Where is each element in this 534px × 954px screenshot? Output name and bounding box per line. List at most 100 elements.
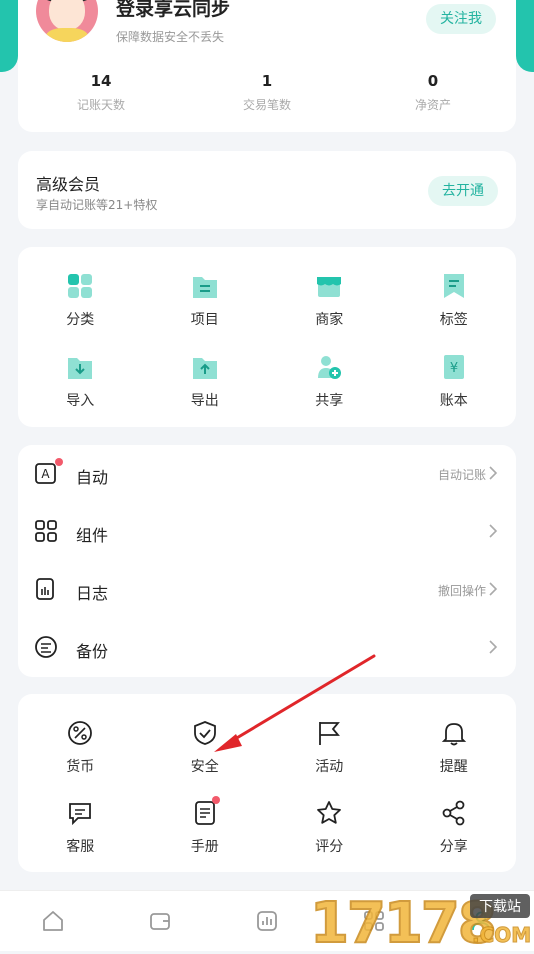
stat-value: 14 bbox=[90, 72, 112, 90]
login-subtitle: 保障数据安全不丢失 bbox=[116, 30, 225, 44]
list-label: 自动 bbox=[76, 468, 109, 487]
import-icon bbox=[68, 358, 93, 379]
svg-text:下载站: 下载站 bbox=[479, 899, 521, 915]
project-icon bbox=[192, 277, 217, 298]
grid-label: 共享 bbox=[315, 393, 344, 409]
auto-icon: A bbox=[35, 463, 56, 484]
stat-label: 记账天数 bbox=[76, 98, 125, 112]
list-item-auto[interactable]: A 自动 自动记账 bbox=[18, 445, 516, 503]
ledger-icon: ¥ bbox=[443, 355, 464, 379]
open-vip-button[interactable]: 去开通 bbox=[428, 176, 498, 206]
vip-title: 高级会员 bbox=[36, 175, 101, 194]
feature-grid: 分类 项目 商家 标签 导入 导出 共享 ¥ 账本 bbox=[18, 247, 516, 427]
grid-item-reminder[interactable]: 提醒 bbox=[392, 720, 517, 776]
export-icon bbox=[192, 358, 217, 379]
grid-item-activity[interactable]: 活动 bbox=[267, 720, 392, 776]
grid-item-service[interactable]: 客服 bbox=[18, 800, 143, 856]
grid-label: 客服 bbox=[66, 839, 95, 855]
list-label: 组件 bbox=[76, 526, 109, 545]
flag-icon bbox=[319, 722, 341, 745]
stat-label: 交易笔数 bbox=[242, 98, 291, 112]
chevron-right-icon bbox=[489, 466, 498, 480]
grid-item-merchant[interactable]: 商家 bbox=[267, 273, 392, 329]
grid-label: 提醒 bbox=[439, 759, 468, 775]
settings-list: A 自动 自动记账 组件 日志 撤回操作 备份 bbox=[18, 445, 516, 677]
share-users-icon bbox=[318, 356, 342, 379]
grid-label: 导出 bbox=[190, 393, 219, 409]
svg-text:.COM: .COM bbox=[472, 923, 531, 947]
grid-item-import[interactable]: 导入 bbox=[18, 354, 143, 410]
grid-item-project[interactable]: 项目 bbox=[143, 273, 268, 329]
currency-icon bbox=[68, 721, 93, 745]
list-label: 备份 bbox=[76, 642, 109, 661]
list-label: 日志 bbox=[76, 584, 109, 603]
stat-transactions[interactable]: 1 交易笔数 bbox=[184, 72, 350, 113]
bell-icon bbox=[441, 723, 466, 746]
manual-icon bbox=[194, 801, 215, 825]
stats-row: 14 记账天数 1 交易笔数 0 净资产 bbox=[18, 72, 516, 113]
grid-item-category[interactable]: 分类 bbox=[18, 273, 143, 329]
avatar[interactable] bbox=[36, 0, 98, 42]
grid-item-share[interactable]: 分享 bbox=[392, 800, 517, 856]
list-hint: 撤回操作 bbox=[437, 584, 486, 598]
stat-value: 0 bbox=[427, 72, 439, 90]
list-hint: 自动记账 bbox=[437, 468, 486, 482]
follow-button[interactable]: 关注我 bbox=[426, 4, 496, 34]
widget-icon bbox=[35, 520, 57, 542]
login-title[interactable]: 登录享云同步 bbox=[116, 0, 230, 21]
grid-item-manual[interactable]: 手册 bbox=[143, 796, 268, 856]
nav-home[interactable] bbox=[0, 891, 107, 951]
svg-text:¥: ¥ bbox=[450, 361, 458, 376]
chevron-right-icon bbox=[489, 640, 498, 654]
grid-item-share-users[interactable]: 共享 bbox=[267, 354, 392, 410]
category-icon bbox=[68, 274, 93, 298]
nav-wallet[interactable] bbox=[107, 891, 214, 951]
grid-label: 项目 bbox=[190, 312, 219, 328]
list-item-backup[interactable]: 备份 bbox=[18, 619, 516, 677]
share-icon bbox=[442, 800, 465, 826]
grid-label: 账本 bbox=[439, 393, 468, 409]
stat-label: 净资产 bbox=[414, 98, 451, 112]
svg-text:17178: 17178 bbox=[310, 891, 495, 950]
grid-label: 标签 bbox=[439, 312, 468, 328]
watermark-logo: 17178 下载站 .COM bbox=[302, 884, 534, 954]
header-bg-left bbox=[0, 0, 18, 72]
grid-label: 评分 bbox=[315, 839, 344, 855]
log-icon bbox=[36, 578, 54, 600]
notification-dot bbox=[211, 796, 220, 804]
grid-label: 导入 bbox=[66, 393, 95, 409]
vip-card[interactable]: 高级会员 享自动记账等21+特权 去开通 bbox=[18, 151, 516, 229]
list-item-widget[interactable]: 组件 bbox=[18, 503, 516, 561]
grid-label: 分类 bbox=[66, 312, 95, 328]
grid-label: 分享 bbox=[439, 839, 468, 855]
grid-item-currency[interactable]: 货币 bbox=[18, 720, 143, 776]
grid-label: 商家 bbox=[315, 312, 344, 328]
notification-dot bbox=[55, 458, 63, 466]
grid-label: 货币 bbox=[66, 759, 95, 775]
grid-label: 安全 bbox=[190, 759, 219, 775]
grid-item-rate[interactable]: 评分 bbox=[267, 800, 392, 856]
star-icon bbox=[317, 801, 342, 824]
chevron-right-icon bbox=[489, 582, 498, 596]
stat-net-assets[interactable]: 0 净资产 bbox=[350, 72, 516, 113]
tag-icon bbox=[443, 274, 464, 298]
chart-icon bbox=[257, 911, 277, 931]
profile-card: 登录享云同步 保障数据安全不丢失 关注我 14 记账天数 1 交易笔数 0 净资… bbox=[18, 0, 516, 132]
vip-subtitle: 享自动记账等21+特权 bbox=[36, 198, 158, 212]
stat-days[interactable]: 14 记账天数 bbox=[18, 72, 184, 113]
grid-item-ledger[interactable]: ¥ 账本 bbox=[392, 354, 517, 410]
list-item-log[interactable]: 日志 撤回操作 bbox=[18, 561, 516, 619]
grid-label: 活动 bbox=[315, 759, 344, 775]
stat-value: 1 bbox=[261, 72, 273, 90]
grid-label: 手册 bbox=[190, 839, 219, 855]
grid-item-export[interactable]: 导出 bbox=[143, 354, 268, 410]
home-icon bbox=[43, 911, 64, 931]
header-bg-right bbox=[516, 0, 534, 72]
chat-icon bbox=[69, 803, 92, 826]
backup-icon bbox=[35, 636, 57, 658]
grid-item-tag[interactable]: 标签 bbox=[392, 273, 517, 329]
wallet-icon bbox=[150, 913, 171, 930]
grid-item-security[interactable]: 安全 bbox=[143, 720, 268, 776]
shield-icon bbox=[193, 721, 216, 745]
chevron-right-icon bbox=[489, 524, 498, 538]
